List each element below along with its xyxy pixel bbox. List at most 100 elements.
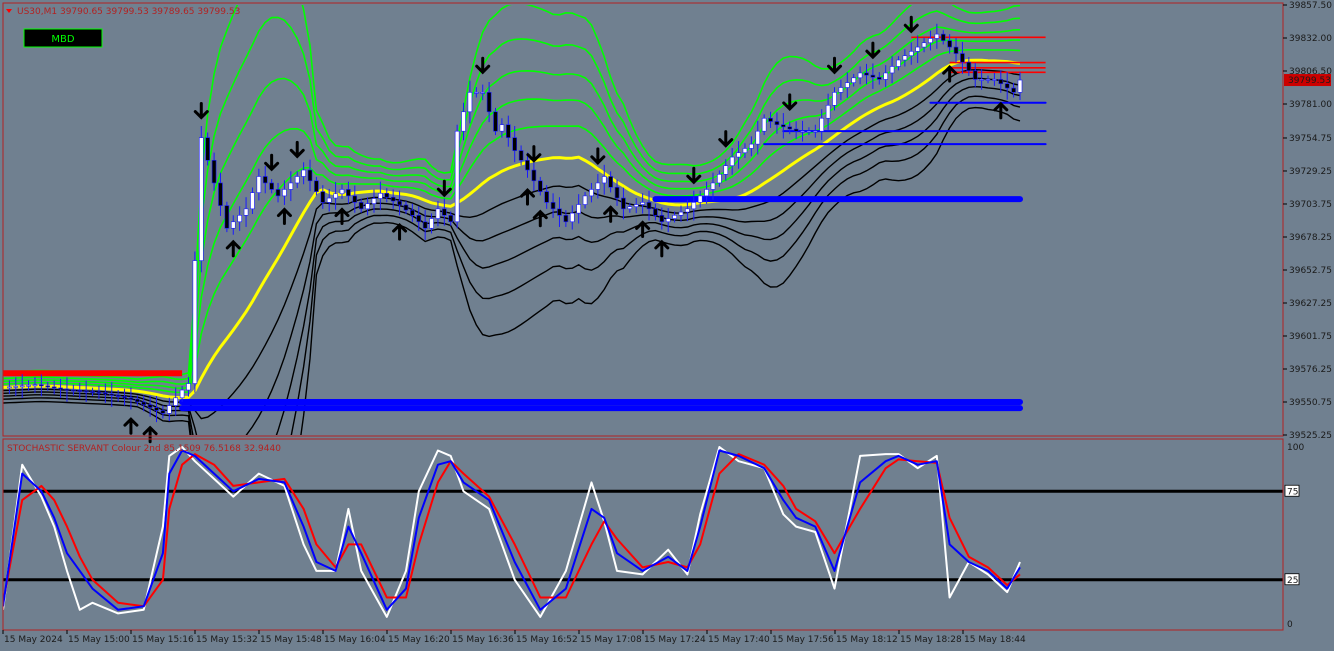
candle-body bbox=[787, 126, 793, 130]
candle-body bbox=[115, 394, 121, 397]
candle-body bbox=[250, 192, 255, 210]
candle-body bbox=[192, 260, 198, 384]
candle-body bbox=[378, 193, 383, 199]
candle-body bbox=[45, 385, 51, 388]
candle-body bbox=[7, 386, 12, 389]
candle-body bbox=[467, 92, 473, 113]
candle-body bbox=[710, 182, 716, 190]
candle-body bbox=[269, 182, 274, 190]
candle-body bbox=[224, 205, 230, 229]
candle-body bbox=[275, 189, 281, 197]
candle-body bbox=[19, 385, 25, 388]
candle-body bbox=[755, 130, 761, 145]
candle-body bbox=[160, 410, 166, 414]
candle-body bbox=[665, 218, 671, 223]
candle-body bbox=[237, 215, 242, 223]
candle-body bbox=[550, 202, 556, 210]
candle-body bbox=[422, 221, 428, 229]
candle-body bbox=[262, 176, 268, 184]
candle-body bbox=[154, 407, 159, 411]
price-tick-label: 39832.00 bbox=[1289, 34, 1332, 44]
candle-body bbox=[685, 208, 690, 213]
price-tick-label: 39576.25 bbox=[1289, 365, 1332, 375]
candle-body bbox=[966, 61, 972, 72]
time-tick-label: 15 May 17:08 bbox=[580, 635, 642, 645]
candle-body bbox=[371, 198, 377, 204]
candle-body bbox=[729, 156, 735, 166]
candle-body bbox=[595, 182, 601, 190]
time-tick-label: 15 May 16:04 bbox=[324, 635, 386, 645]
mbd-button[interactable]: MBD bbox=[23, 28, 103, 48]
candle-body bbox=[301, 169, 306, 177]
candle-body bbox=[51, 386, 57, 389]
candle-body bbox=[435, 208, 441, 219]
candle-body bbox=[557, 208, 562, 216]
candle-body bbox=[979, 79, 984, 81]
candle-body bbox=[384, 193, 390, 198]
candle-body bbox=[96, 391, 102, 394]
candle-body bbox=[403, 204, 409, 211]
time-tick-label: 15 May 17:40 bbox=[708, 635, 770, 645]
price-tick-label: 39652.75 bbox=[1289, 266, 1332, 276]
candle-body bbox=[83, 390, 89, 393]
price-tick-label: 39550.75 bbox=[1289, 398, 1332, 408]
candle-body bbox=[972, 70, 978, 80]
candle-body bbox=[614, 186, 620, 199]
candle-body bbox=[122, 396, 127, 399]
candle-body bbox=[627, 206, 633, 210]
candle-body bbox=[39, 384, 44, 387]
candle-body bbox=[416, 215, 422, 223]
price-tick-label: 39729.25 bbox=[1289, 167, 1332, 177]
time-tick-label: 15 May 18:28 bbox=[900, 635, 962, 645]
candle-body bbox=[147, 404, 153, 408]
candle-body bbox=[768, 117, 773, 122]
price-tick-label: 39857.50 bbox=[1289, 1, 1332, 11]
candle-body bbox=[563, 215, 569, 223]
candle-body bbox=[454, 130, 460, 223]
stochastic-tick-label: 25 bbox=[1287, 576, 1298, 586]
candle-body bbox=[806, 130, 812, 133]
candle-body bbox=[326, 197, 332, 203]
candle-body bbox=[499, 124, 505, 132]
candle-body bbox=[512, 137, 517, 151]
candle-body bbox=[717, 174, 722, 184]
candle-body bbox=[857, 72, 863, 79]
candle-body bbox=[90, 391, 95, 393]
candle-body bbox=[774, 121, 780, 126]
candle-body bbox=[531, 169, 537, 182]
candle-body bbox=[640, 202, 645, 205]
candle-body bbox=[736, 152, 741, 158]
candle-body bbox=[77, 390, 83, 392]
candle-body bbox=[109, 393, 115, 396]
candle-body bbox=[601, 176, 607, 184]
candle-body bbox=[608, 176, 613, 188]
candle-body bbox=[870, 74, 876, 78]
stochastic-tick-label: 0 bbox=[1287, 620, 1293, 630]
candle-body bbox=[653, 208, 658, 216]
candle-body bbox=[179, 389, 185, 399]
candle-body bbox=[461, 111, 466, 132]
candle-body bbox=[358, 202, 364, 210]
candle-body bbox=[333, 193, 338, 199]
mbd-button-label[interactable]: MBD bbox=[51, 34, 74, 45]
candle-body bbox=[576, 204, 581, 214]
candle-body bbox=[876, 76, 882, 80]
trading-chart[interactable]: 39857.5039832.0039806.5039781.0039754.75… bbox=[0, 0, 1334, 651]
candle-body bbox=[243, 208, 249, 216]
candle-body bbox=[307, 169, 313, 182]
candle-body bbox=[889, 66, 895, 74]
candle-body bbox=[825, 105, 831, 119]
stochastic-tick-label: 75 bbox=[1287, 487, 1298, 497]
candle-body bbox=[921, 42, 927, 48]
stochastic-tick-label: 100 bbox=[1287, 443, 1304, 453]
candle-body bbox=[26, 385, 31, 387]
candle-body bbox=[947, 40, 952, 48]
candle-body bbox=[908, 51, 914, 56]
price-tick-label: 39703.75 bbox=[1289, 200, 1332, 210]
price-tick-label: 39525.25 bbox=[1289, 431, 1332, 441]
time-tick-label: 15 May 15:16 bbox=[132, 635, 194, 645]
candle-body bbox=[800, 130, 805, 133]
candle-body bbox=[928, 38, 933, 44]
time-tick-label: 15 May 16:36 bbox=[452, 635, 514, 645]
candle-body bbox=[71, 389, 76, 392]
